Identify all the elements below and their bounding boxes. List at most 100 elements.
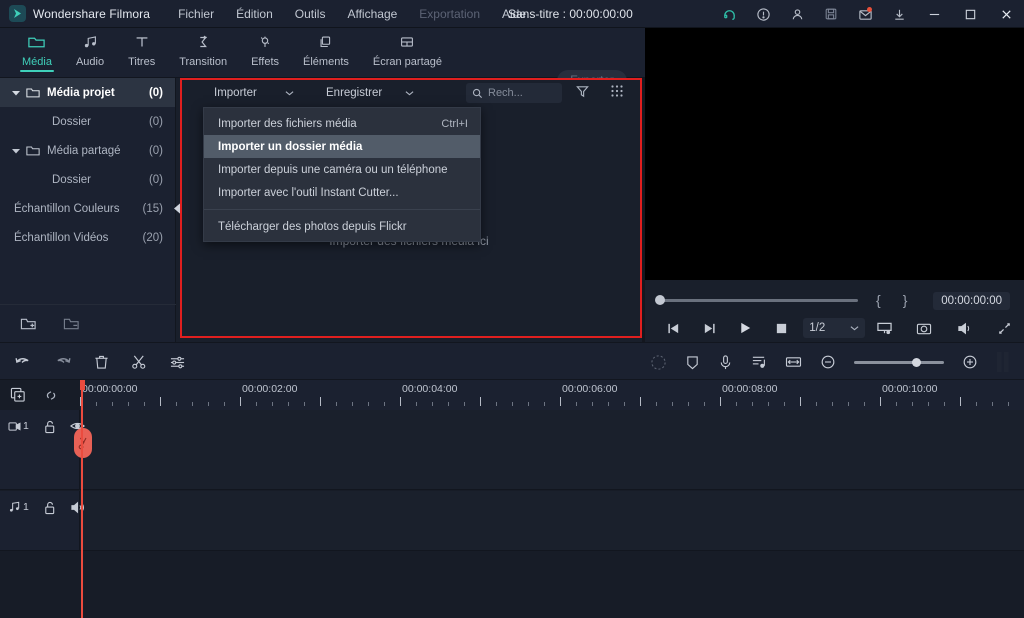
tab-audio[interactable]: Audio [64,28,116,78]
add-folder-icon[interactable] [20,317,37,331]
filter-icon[interactable] [575,84,590,99]
mail-notification-badge [867,7,872,12]
grid-view-icon[interactable] [610,84,624,98]
video-track-1[interactable]: 1 [0,410,1024,490]
auto-highlight-icon[interactable] [650,354,667,371]
ruler-label: 00:00:04:00 [402,383,458,395]
ruler-label: 00:00:10:00 [882,383,938,395]
menu-item-instant-cutter[interactable]: Importer avec l'outil Instant Cutter... [204,181,480,204]
filmora-window: Wondershare Filmora Fichier Édition Outi… [0,0,1024,618]
sidebar-item-media-projet[interactable]: Média projet (0) [0,78,175,107]
sidebar-item-dossier-partage[interactable]: Dossier (0) [0,165,175,194]
remove-folder-icon[interactable] [63,317,80,331]
zoom-slider-handle[interactable] [912,357,921,367]
tab-transition-label: Transition [179,56,228,68]
record-voiceover-icon[interactable] [718,354,733,371]
undo-icon[interactable] [14,355,32,370]
search-input[interactable] [488,87,552,99]
shield-markers-icon[interactable] [685,354,700,371]
chevron-down-icon[interactable] [8,148,24,154]
tab-media[interactable]: Média [10,28,64,78]
menu-fichier[interactable]: Fichier [178,7,214,21]
importer-dropdown-button[interactable]: Importer [204,78,304,108]
audio-track-1[interactable]: 1 [0,491,1024,551]
maximize-icon[interactable] [952,0,988,28]
ruler-tick-minor [784,402,785,406]
ruler-tick-minor [512,402,513,406]
seek-slider[interactable] [655,295,858,305]
speed-ratio-value: 1/2 [809,322,826,334]
menu-outils[interactable]: Outils [295,7,326,21]
info-icon[interactable] [746,0,780,28]
download-icon[interactable] [882,0,916,28]
tab-ecran-partage[interactable]: Écran partagé [361,28,454,78]
tab-elements[interactable]: Éléments [291,28,361,78]
sidebar-item-echantillon-videos[interactable]: Échantillon Vidéos (20) [0,223,175,252]
chevron-down-icon[interactable] [8,90,24,96]
mark-in-button[interactable]: { [876,292,881,308]
sidebar-item-label: Média projet [47,86,115,99]
stop-button[interactable] [763,322,799,335]
snapshot-camera-button[interactable] [904,321,944,336]
menu-edition[interactable]: Édition [236,7,273,21]
preview-video-area[interactable] [645,28,1024,280]
zoom-slider[interactable] [854,357,944,367]
clip-split-marker-icon[interactable] [74,428,92,458]
close-icon[interactable] [988,0,1024,28]
tab-titres-label: Titres [128,56,156,68]
render-preview-icon[interactable] [996,352,1010,372]
unlock-icon[interactable] [43,501,56,515]
adjust-sliders-icon[interactable] [169,355,186,370]
screenshot-to-timeline-button[interactable] [865,321,905,336]
sidebar-item-echantillon-couleurs[interactable]: Échantillon Couleurs (15) [0,194,175,223]
menu-item-importer-dossier[interactable]: Importer un dossier média [204,135,480,158]
ruler-tick-major [560,397,561,406]
zoom-in-icon[interactable] [962,354,978,370]
ruler-tick-minor [464,402,465,406]
menu-item-importer-fichiers[interactable]: Importer des fichiers média Ctrl+I [204,112,480,135]
minimize-icon[interactable] [916,0,952,28]
playhead-handle[interactable] [80,380,85,390]
add-track-icon[interactable] [10,387,27,403]
zoom-out-icon[interactable] [820,354,836,370]
prev-frame-button[interactable] [655,322,691,335]
headset-support-icon[interactable] [712,0,746,28]
ruler-tick-minor [624,402,625,406]
save-icon[interactable] [814,0,848,28]
preview-timecode[interactable]: 00:00:00:00 [933,292,1010,310]
tab-effets[interactable]: Effets [239,28,291,78]
account-icon[interactable] [780,0,814,28]
audio-mixer-icon[interactable] [751,354,767,370]
play-button[interactable] [727,321,763,335]
menu-item-flickr[interactable]: Télécharger des photos depuis Flickr [204,215,480,238]
tab-titres[interactable]: Titres [116,28,167,78]
menu-affichage[interactable]: Affichage [347,7,397,21]
ruler-tick-minor [384,402,385,406]
playhead[interactable] [81,380,83,618]
next-frame-button[interactable] [691,322,727,335]
ruler-tick-minor [736,402,737,406]
redo-icon[interactable] [54,355,72,370]
mark-out-button[interactable]: } [903,292,908,308]
speed-ratio-dropdown[interactable]: 1/2 [803,318,865,338]
enregistrer-dropdown-button[interactable]: Enregistrer [316,78,424,108]
mail-icon[interactable] [848,0,882,28]
tab-transition[interactable]: Transition [167,28,239,78]
sidebar-item-count: (0) [148,144,163,157]
volume-button[interactable] [944,321,984,336]
search-box[interactable] [466,83,562,103]
fullscreen-button[interactable] [984,321,1024,336]
seek-handle[interactable] [655,295,665,305]
timeline-ruler[interactable]: 00:00:00:00 00:00:02:00 00:00:04:00 00:0… [80,380,1024,410]
sidebar-item-dossier-projet[interactable]: Dossier (0) [0,107,175,136]
sidebar-item-media-partage[interactable]: Média partagé (0) [0,136,175,165]
link-clips-icon[interactable] [43,388,60,403]
collapse-left-icon[interactable] [172,200,182,216]
menu-item-importer-camera[interactable]: Importer depuis une caméra ou un télépho… [204,158,480,181]
menu-exportation: Exportation [419,6,480,21]
delete-icon[interactable] [94,354,109,370]
sidebar-item-count: (20) [142,231,163,244]
cut-scissors-icon[interactable] [131,354,147,370]
fit-to-timeline-icon[interactable] [785,355,802,369]
unlock-icon[interactable] [43,420,56,434]
